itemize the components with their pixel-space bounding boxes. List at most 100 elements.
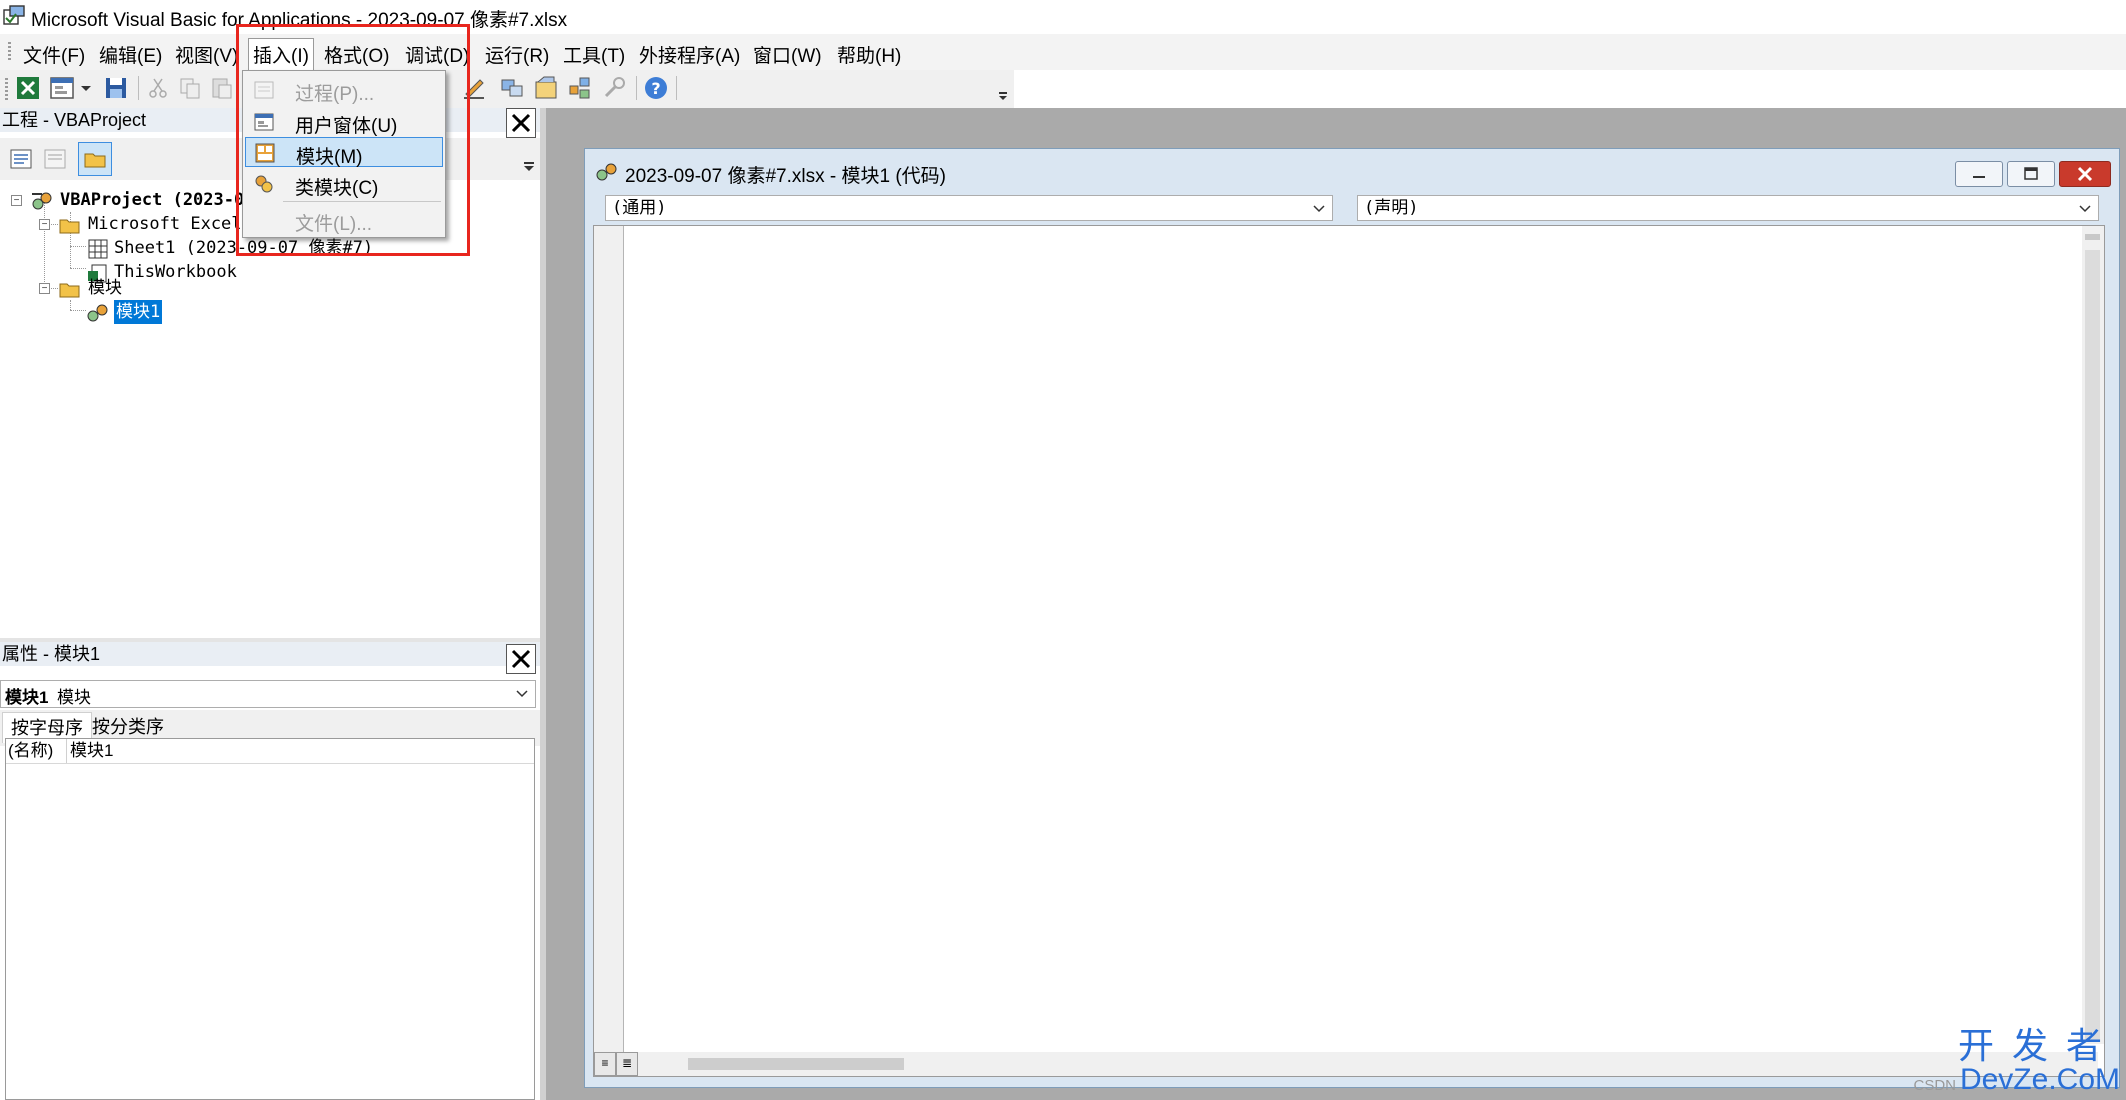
vertical-scroll-thumb[interactable] bbox=[2085, 250, 2100, 1040]
procedure-view-button[interactable]: ≡ bbox=[594, 1052, 616, 1076]
menu-separator bbox=[283, 201, 441, 202]
watermark-line2: DevZe.CoM bbox=[1959, 1063, 2120, 1096]
full-module-view-button[interactable]: ≣ bbox=[616, 1052, 638, 1076]
menu-item-file[interactable]: 文件(L)... bbox=[245, 205, 443, 235]
design-mode-icon[interactable] bbox=[460, 74, 488, 102]
cut-icon[interactable] bbox=[144, 74, 172, 102]
menu-item-label: 模块(M) bbox=[296, 147, 363, 168]
view-object-icon[interactable] bbox=[42, 146, 68, 172]
copy-icon[interactable] bbox=[176, 74, 204, 102]
properties-window-icon[interactable] bbox=[532, 74, 560, 102]
project-pane-close-button[interactable] bbox=[506, 108, 536, 138]
save-icon[interactable] bbox=[102, 74, 130, 102]
horizontal-scrollbar[interactable] bbox=[638, 1052, 2098, 1076]
userform-icon bbox=[254, 113, 274, 131]
vba-app-icon bbox=[3, 5, 25, 25]
chevron-down-icon bbox=[1313, 205, 1325, 213]
menubar-grip[interactable] bbox=[8, 42, 11, 62]
object-selector-combo[interactable]: 模块1 模块 bbox=[0, 680, 536, 708]
project-toolbar-chevron-icon[interactable] bbox=[520, 142, 538, 176]
code-window: 2023-09-07 像素#7.xlsx - 模块1 (代码) (通用) (声明… bbox=[584, 148, 2120, 1088]
object-combo[interactable]: (通用) bbox=[605, 195, 1333, 221]
dropdown-arrow-icon[interactable] bbox=[78, 74, 94, 102]
object-type: 模块 bbox=[57, 688, 91, 707]
menu-item-class-module[interactable]: 类模块(C) bbox=[245, 169, 443, 199]
menu-item-label: 文件(L)... bbox=[295, 214, 373, 235]
restore-button[interactable] bbox=[2007, 161, 2055, 187]
paste-icon[interactable] bbox=[208, 74, 236, 102]
minimize-icon bbox=[1973, 176, 1985, 178]
close-icon bbox=[511, 649, 531, 669]
excel-view-icon[interactable] bbox=[14, 74, 42, 102]
property-name: (名称) bbox=[8, 739, 67, 763]
properties-pane-title: 属性 - 模块1 bbox=[0, 642, 540, 666]
object-browser-icon[interactable] bbox=[566, 74, 594, 102]
menu-file[interactable]: 文件(F) bbox=[20, 41, 88, 68]
toolbar-separator bbox=[636, 76, 637, 100]
worksheet-icon bbox=[88, 239, 108, 259]
watermark-line1: 开发者 bbox=[1957, 1025, 2120, 1066]
tree-label: Sheet1 (2023-09-07 像素#7) bbox=[114, 238, 374, 258]
project-explorer-icon[interactable] bbox=[498, 74, 526, 102]
svg-text:?: ? bbox=[651, 79, 660, 98]
menu-run[interactable]: 运行(R) bbox=[482, 41, 552, 68]
scrollbar-splitter[interactable] bbox=[2085, 234, 2100, 240]
collapse-toggle[interactable]: − bbox=[39, 219, 50, 230]
menu-view[interactable]: 视图(V) bbox=[172, 41, 241, 68]
tree-label: VBAProject (2023-09 bbox=[60, 190, 255, 210]
menu-item-userform[interactable]: 用户窗体(U) bbox=[245, 107, 443, 137]
menu-item-procedure[interactable]: 过程(P)... bbox=[245, 75, 443, 105]
collapse-toggle[interactable]: − bbox=[11, 195, 22, 206]
menu-item-label: 用户窗体(U) bbox=[295, 116, 398, 137]
toolbar-options-chevron-icon[interactable] bbox=[996, 76, 1010, 104]
collapse-toggle[interactable]: − bbox=[39, 283, 50, 294]
object-combo-value: (通用) bbox=[612, 198, 667, 218]
close-window-button[interactable] bbox=[2059, 161, 2111, 187]
folder-open-icon bbox=[59, 283, 80, 298]
procedure-combo[interactable]: (声明) bbox=[1357, 195, 2099, 221]
menu-help[interactable]: 帮助(H) bbox=[834, 41, 904, 68]
module-icon bbox=[596, 163, 617, 181]
property-value[interactable]: 模块1 bbox=[70, 739, 113, 763]
close-icon bbox=[511, 113, 531, 133]
toggle-folders-button[interactable] bbox=[78, 142, 112, 176]
insert-userform-icon[interactable] bbox=[48, 74, 76, 102]
help-icon[interactable]: ? bbox=[642, 74, 670, 102]
standard-toolbar: ? bbox=[0, 70, 1014, 108]
toolbar-grip[interactable] bbox=[5, 78, 8, 100]
view-code-icon[interactable] bbox=[8, 146, 34, 172]
procedure-icon bbox=[254, 81, 274, 99]
object-name: 模块1 bbox=[5, 688, 49, 707]
menu-tools[interactable]: 工具(T) bbox=[560, 41, 628, 68]
code-editor[interactable]: ≡ ≣ bbox=[593, 225, 2105, 1077]
tree-label-selected: 模块1 bbox=[114, 300, 163, 324]
properties-pane: 属性 - 模块1 模块1 模块 按字母序 按分类序 (名称) 模块1 bbox=[0, 642, 540, 1100]
property-row[interactable]: (名称) 模块1 bbox=[6, 739, 534, 764]
close-icon bbox=[2077, 166, 2093, 182]
chevron-down-icon bbox=[2079, 205, 2091, 213]
window-titlebar: Microsoft Visual Basic for Applications … bbox=[0, 0, 2126, 34]
tree-label: 模块 bbox=[88, 278, 122, 298]
menu-debug[interactable]: 调试(D) bbox=[402, 41, 472, 68]
code-window-titlebar: 2023-09-07 像素#7.xlsx - 模块1 (代码) bbox=[585, 149, 2119, 191]
code-margin bbox=[594, 226, 624, 1076]
tree-label: ThisWorkbook bbox=[114, 262, 237, 282]
properties-pane-close-button[interactable] bbox=[506, 644, 536, 674]
menu-format[interactable]: 格式(O) bbox=[321, 41, 392, 68]
menu-addins[interactable]: 外接程序(A) bbox=[636, 41, 743, 68]
menu-item-label: 类模块(C) bbox=[295, 178, 379, 199]
menu-insert[interactable]: 插入(I) bbox=[248, 38, 314, 71]
insert-menu-dropdown: 过程(P)... 用户窗体(U) 模块(M) 类模块(C) 文件(L)... bbox=[242, 70, 446, 238]
menu-edit[interactable]: 编辑(E) bbox=[96, 41, 165, 68]
menu-item-module[interactable]: 模块(M) bbox=[245, 137, 443, 168]
toolbox-icon[interactable] bbox=[600, 74, 628, 102]
menu-window[interactable]: 窗口(W) bbox=[750, 41, 825, 68]
folder-open-icon bbox=[59, 219, 80, 234]
folder-icon bbox=[84, 153, 106, 168]
horizontal-scroll-thumb[interactable] bbox=[688, 1058, 904, 1070]
vertical-scrollbar[interactable] bbox=[2082, 226, 2104, 1044]
class-module-icon bbox=[255, 175, 273, 193]
module-icon bbox=[87, 304, 108, 322]
chevron-down-icon bbox=[516, 690, 528, 698]
minimize-button[interactable] bbox=[1955, 161, 2003, 187]
